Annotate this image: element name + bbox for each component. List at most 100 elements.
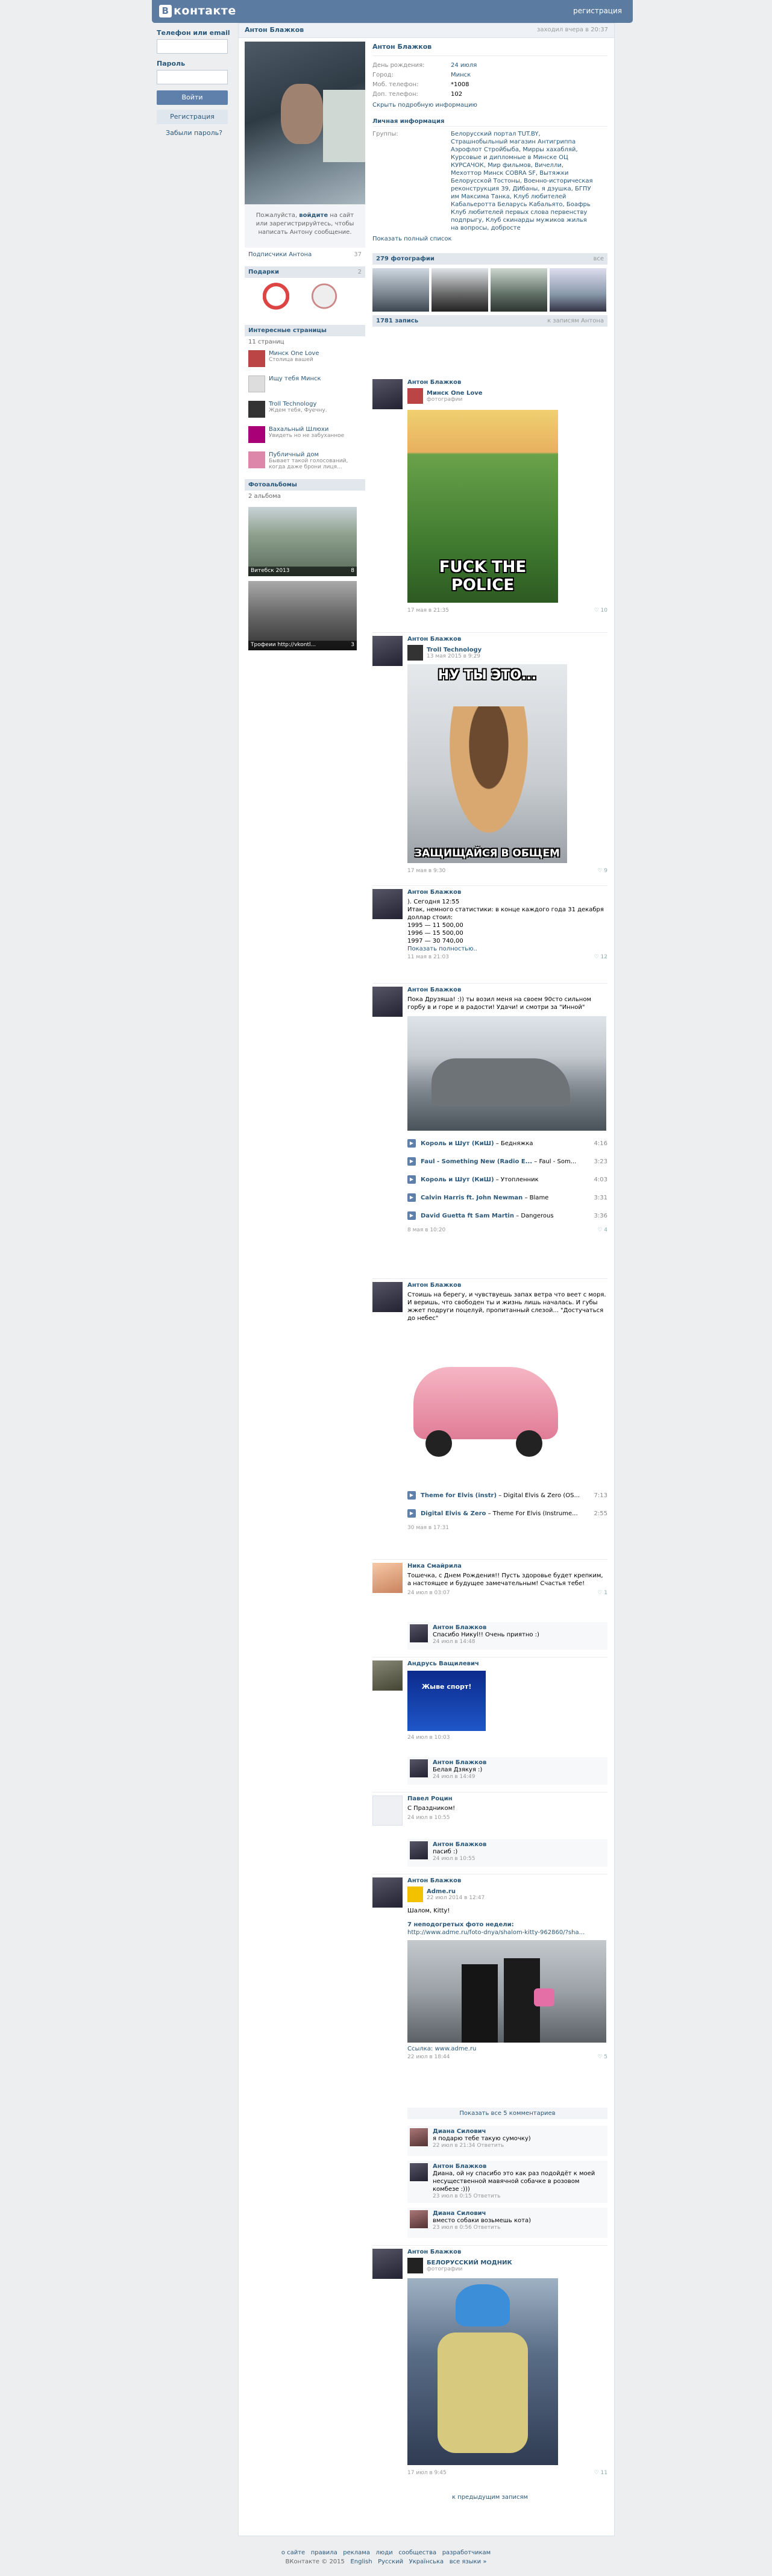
author-avatar[interactable] [372,1660,403,1691]
post-author[interactable]: Павел Роцин [407,1795,607,1802]
post-date[interactable]: 8 мая в 10:20 [407,1227,445,1233]
gift-icon[interactable] [311,283,337,316]
albums-header[interactable]: Фотоальбомы [245,479,365,491]
page-item[interactable]: Вахальный Шлюхи Увидеть но не забуханное [245,424,365,449]
audio-track[interactable]: ▶ Theme for Elvis (instr) – Digital Elvis… [407,1486,607,1504]
post-date[interactable]: 30 мая в 17:31 [407,1525,449,1531]
like-button[interactable]: ♡ 4 [597,1227,607,1233]
register-button[interactable]: Регистрация [157,110,228,124]
like-button[interactable]: ♡ 12 [594,954,607,960]
post-date[interactable]: 22 июл в 18:44 [407,2054,450,2060]
audio-track[interactable]: ▶ David Guetta ft Sam Martin – Dangerous 3… [407,1207,607,1225]
post-image[interactable] [407,1940,606,2043]
repost-source[interactable]: Минск One Love [427,390,483,397]
audio-track[interactable]: ▶ Король и Шут (КиШ) – Утопленник 4:03 [407,1170,607,1189]
post-author[interactable]: Ника Смайрила [407,1563,607,1569]
post-image[interactable] [407,1331,564,1481]
author-avatar[interactable] [372,987,403,1017]
repost-avatar[interactable] [407,1886,423,1902]
vk-logo[interactable]: Вконтакте [159,4,236,17]
post-date[interactable]: 17 июл в 9:45 [407,2470,447,2476]
post-date[interactable]: 24 июл в 10:55 [407,1815,450,1821]
photo-thumb[interactable] [432,268,488,312]
photo-thumb[interactable] [491,268,547,312]
login-button[interactable]: Войти [157,90,228,105]
post-author[interactable]: Антон Блажков [407,379,607,386]
comment-avatar[interactable] [410,2128,428,2146]
like-button[interactable]: ♡ 11 [594,2470,607,2476]
link-source[interactable]: Ссылка: www.adme.ru [407,2045,607,2053]
page-item[interactable]: Troll Technology Ждем тебя, Фуечну. [245,398,365,424]
author-avatar[interactable] [372,2249,403,2279]
post-author[interactable]: Андрусь Ващилевич [407,1660,607,1667]
comment-avatar[interactable] [410,1624,428,1642]
post-image[interactable]: НУ ТЫ ЭТО... ЗАЩИЩАЙСЯ В ОБЩЕМ [407,664,567,863]
post-author[interactable]: Антон Блажков [407,1282,607,1289]
repost-source[interactable]: БЕЛОРУССКИЙ МОДНИК [427,2260,512,2266]
audio-track[interactable]: ▶ Король и Шут (КиШ) – Бедняжка 4:16 [407,1134,607,1152]
post-date[interactable]: 17 мая в 9:30 [407,868,445,874]
like-button[interactable]: ♡ 10 [594,608,607,614]
previous-posts-link[interactable]: к предыдущим записям [372,2491,607,2504]
show-full-link[interactable]: Показать полный список [372,232,607,247]
post-date[interactable]: 24 июл в 10:03 [407,1735,450,1741]
post-date[interactable]: 17 мая в 21:35 [407,608,449,614]
repost-avatar[interactable] [407,645,423,661]
login-link[interactable]: войдите [299,212,328,219]
comment-avatar[interactable] [410,2163,428,2181]
to-anton-posts-link[interactable]: к записям Антона [547,318,604,324]
profile-avatar[interactable] [245,42,365,204]
audio-track[interactable]: ▶ Digital Elvis & Zero – Theme For Elvis … [407,1504,607,1522]
photo-thumb[interactable] [372,268,429,312]
post-author[interactable]: Антон Блажков [407,2249,607,2255]
page-item[interactable]: Ищу тебя Минск [245,373,365,398]
author-avatar[interactable] [372,1282,403,1312]
post-image[interactable] [407,2278,558,2465]
comment-avatar[interactable] [410,1841,428,1859]
show-more-link[interactable]: Показать полностью.. [407,945,607,953]
post-author[interactable]: Антон Блажков [407,636,607,642]
author-avatar[interactable] [372,379,403,409]
author-avatar[interactable] [372,889,403,919]
author-avatar[interactable] [372,1795,403,1826]
post-author[interactable]: Антон Блажков [407,1877,607,1884]
like-button[interactable]: ♡ 5 [597,2054,607,2060]
post-link[interactable]: http://www.adme.ru/foto-dnya/shalom-kitt… [407,1929,607,1937]
comment-avatar[interactable] [410,1759,428,1777]
post-date[interactable]: 11 мая в 21:03 [407,954,449,960]
audio-track[interactable]: ▶ Faul - Something New (Radio E... – Faul… [407,1152,607,1170]
phone-input[interactable] [157,39,228,54]
post-image[interactable] [407,1016,606,1131]
audio-track[interactable]: ▶ Calvin Harris ft. John Newman – Blame 3:… [407,1189,607,1207]
post-image[interactable]: Жыве спорт! [407,1671,486,1731]
album-thumb[interactable]: Витебск 2013 8 [248,507,357,576]
album-thumb[interactable]: Трофеии http://vkontl... 3 [248,581,357,650]
repost-source[interactable]: Troll Technology [427,647,482,653]
forgot-password-link[interactable]: Забыли пароль? [157,129,231,137]
groups-list[interactable]: Белорусский портал TUT.BY, Страшнобыльны… [451,130,595,232]
interesting-pages-header[interactable]: Интересные страницы [245,325,365,336]
gifts-header[interactable]: Подарки 2 [245,266,365,278]
page-item[interactable]: Публичный дом Бывает такой голосований, к… [245,449,365,474]
hide-info-link[interactable]: Скрыть подробную информацию [372,99,607,113]
show-all-comments[interactable]: Показать все 5 комментариев [407,2108,607,2119]
post-author[interactable]: Антон Блажков [407,987,607,993]
register-link[interactable]: регистрация [573,7,622,15]
like-button[interactable]: ♡ 1 [597,1590,607,1596]
subscribers-link[interactable]: Подписчики Антона 37 [245,248,365,262]
comment-avatar[interactable] [410,2210,428,2228]
repost-avatar[interactable] [407,388,423,404]
photos-header[interactable]: 279 фотографии все [372,253,607,265]
author-avatar[interactable] [372,1877,403,1908]
gift-icon[interactable] [263,283,289,316]
post-image[interactable]: FUCK THE POLICE [407,410,558,603]
repost-source[interactable]: Adme.ru [427,1888,485,1895]
photo-thumb[interactable] [550,268,606,312]
post-date[interactable]: 24 июл в 03:07 [407,1590,450,1596]
repost-avatar[interactable] [407,2258,423,2273]
password-input[interactable] [157,70,228,84]
author-avatar[interactable] [372,1563,403,1593]
author-avatar[interactable] [372,636,403,666]
post-author[interactable]: Антон Блажков [407,889,607,896]
like-button[interactable]: ♡ 9 [597,868,607,874]
